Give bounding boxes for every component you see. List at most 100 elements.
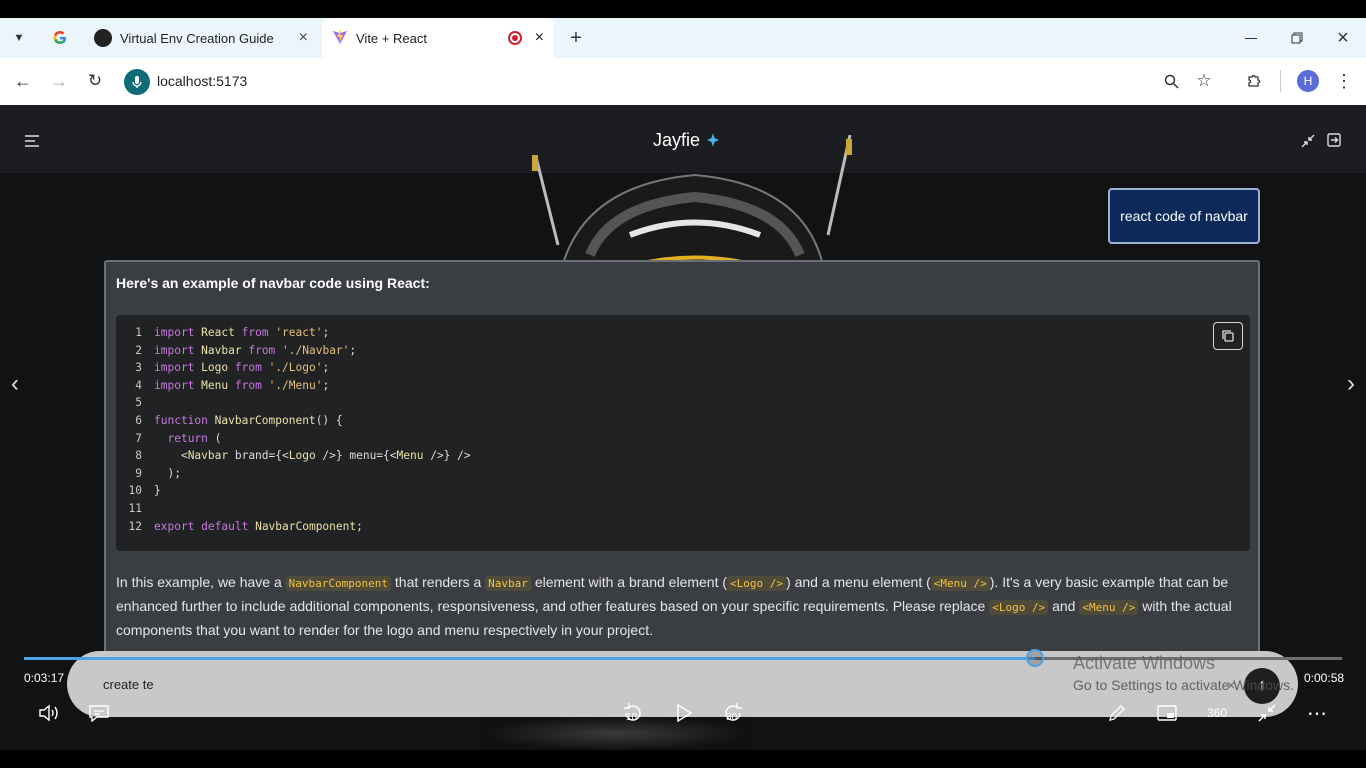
- exit-fullscreen-icon[interactable]: [1254, 700, 1280, 726]
- restore-icon[interactable]: [1286, 26, 1308, 50]
- code-line-text: <Navbar brand={<Logo />} menu={<Menu />}…: [154, 449, 471, 463]
- mini-player-icon[interactable]: [1154, 700, 1180, 726]
- browser-toolbar: ← → ↻ localhost:5173 ☆ H ⋮: [0, 58, 1366, 105]
- code-line-number: 9: [135, 466, 142, 480]
- code-line-text: return (: [167, 431, 222, 445]
- code-line-number: 7: [135, 431, 142, 445]
- expl-text: ) and a menu element (: [786, 574, 931, 590]
- minimize-icon[interactable]: [1240, 26, 1262, 50]
- play-button[interactable]: [672, 700, 696, 726]
- expl-text: and: [1052, 598, 1076, 614]
- sidebar-menu-icon[interactable]: [22, 131, 42, 151]
- rewind-button[interactable]: 10: [620, 700, 646, 726]
- user-prompt-bubble: react code of navbar: [1108, 188, 1260, 244]
- chat-input-value[interactable]: create te: [103, 677, 154, 692]
- code-line-number: 4: [135, 378, 142, 392]
- code-line-number: 6: [135, 414, 142, 427]
- code-line-number: 12: [128, 519, 142, 533]
- remaining-time: 0:00:58: [1304, 671, 1345, 685]
- code-line: 9 );: [116, 467, 181, 484]
- address-url[interactable]: localhost:5173: [157, 73, 247, 89]
- browser-tab-bar: ▼ Virtual Env Creation Guide × Vite + Re…: [0, 18, 1366, 58]
- reload-icon[interactable]: ↻: [84, 70, 106, 92]
- tab-title: Vite + React: [356, 30, 427, 46]
- forward-button[interactable]: 30: [720, 700, 746, 726]
- extensions-puzzle-icon[interactable]: [1243, 70, 1265, 92]
- inline-code: <Menu />: [1079, 600, 1139, 615]
- code-line-text: function NavbarComponent() {: [154, 414, 343, 427]
- vite-icon: [332, 29, 348, 48]
- tab-search-chevron-icon[interactable]: ▼: [8, 28, 30, 48]
- close-window-icon[interactable]: ×: [1332, 26, 1354, 50]
- captions-icon[interactable]: [86, 700, 112, 726]
- expl-text: In this example, we have a: [116, 574, 282, 590]
- expl-text: that renders a: [394, 574, 482, 590]
- top-letterbox: [0, 0, 1366, 18]
- code-line: 4 import Menu from './Menu';: [116, 379, 329, 396]
- inline-code: NavbarComponent: [285, 576, 391, 591]
- assistant-answer-card: Here's an example of navbar code using R…: [104, 260, 1260, 660]
- tab-close-icon[interactable]: ×: [299, 29, 308, 47]
- forward-arrow-icon[interactable]: →: [48, 70, 70, 92]
- edit-pen-icon[interactable]: [1104, 700, 1130, 726]
- google-icon[interactable]: [48, 26, 72, 50]
- inline-code: Navbar: [485, 576, 531, 591]
- new-tab-plus-icon[interactable]: +: [566, 26, 586, 50]
- inline-code: <Menu />: [930, 576, 990, 591]
- copy-code-button[interactable]: [1213, 322, 1243, 350]
- code-line: 2 import Navbar from './Navbar';: [116, 344, 356, 361]
- code-line-number: 10: [128, 484, 142, 498]
- code-line: 12 export default NavbarComponent;: [116, 520, 363, 537]
- profile-avatar[interactable]: H: [1297, 70, 1319, 92]
- collapse-icon[interactable]: [1298, 131, 1318, 151]
- code-line-number: 11: [128, 502, 142, 515]
- code-line: 8 <Navbar brand={<Logo />} menu={<Menu /…: [116, 449, 471, 466]
- code-line-text: import Menu from './Menu';: [154, 378, 330, 392]
- tab-vite-react[interactable]: Vite + React ×: [322, 18, 554, 58]
- code-line: 5: [116, 396, 154, 413]
- code-line-text: import React from 'react';: [154, 326, 330, 339]
- zoom-icon[interactable]: [1160, 70, 1182, 92]
- code-line-text: );: [154, 466, 181, 480]
- inline-code: <Logo />: [989, 600, 1049, 615]
- activation-watermark-title: Activate Windows: [1073, 653, 1216, 673]
- bookmark-star-icon[interactable]: ☆: [1193, 70, 1215, 92]
- code-line: 1 import React from 'react';: [116, 326, 329, 343]
- tab-virtual-env[interactable]: Virtual Env Creation Guide ×: [84, 18, 318, 58]
- code-line: 3 import Logo from './Logo';: [116, 361, 329, 378]
- screen: ▼ Virtual Env Creation Guide × Vite + Re…: [0, 0, 1366, 768]
- more-options-icon[interactable]: ⋯: [1304, 700, 1330, 726]
- play-icon: [677, 704, 692, 722]
- elapsed-time: 0:03:17: [24, 671, 65, 685]
- inline-code: <Logo />: [727, 576, 787, 591]
- logout-icon[interactable]: [1324, 130, 1344, 150]
- code-line-number: 8: [135, 449, 142, 463]
- code-line-text: import Navbar from './Navbar';: [154, 343, 357, 357]
- seek-handle[interactable]: [1025, 649, 1044, 667]
- code-line-number: 5: [135, 396, 142, 410]
- toolbar-divider: [1280, 70, 1281, 92]
- microphone-icon[interactable]: [124, 69, 150, 95]
- chatgpt-icon: [94, 29, 112, 47]
- code-block: 1 import React from 'react'; 2 import Navba…: [116, 315, 1250, 551]
- browser-menu-icon[interactable]: ⋮: [1334, 70, 1354, 92]
- back-arrow-icon[interactable]: ←: [12, 70, 34, 92]
- code-line: 10}: [116, 484, 161, 501]
- activation-watermark-text: Go to Settings to activate Windows.: [1073, 677, 1294, 693]
- forward-label: 30: [726, 712, 738, 723]
- seek-progress: [24, 657, 1035, 660]
- code-line-number: 2: [135, 343, 142, 357]
- previous-arrow-icon[interactable]: ‹: [4, 369, 26, 399]
- code-line: 11: [116, 502, 154, 519]
- code-line-number: 1: [135, 326, 142, 339]
- volume-icon[interactable]: [36, 700, 62, 726]
- code-line-text: }: [154, 484, 161, 498]
- vr-360-icon[interactable]: 360: [1204, 700, 1230, 726]
- tab-close-icon[interactable]: ×: [535, 29, 544, 47]
- next-arrow-icon[interactable]: ›: [1340, 369, 1362, 399]
- vr-label: 360: [1206, 706, 1228, 720]
- recording-icon: [508, 31, 522, 45]
- copy-icon: [1222, 330, 1234, 342]
- bottom-letterbox: [0, 750, 1366, 768]
- answer-intro: Here's an example of navbar code using R…: [116, 275, 430, 291]
